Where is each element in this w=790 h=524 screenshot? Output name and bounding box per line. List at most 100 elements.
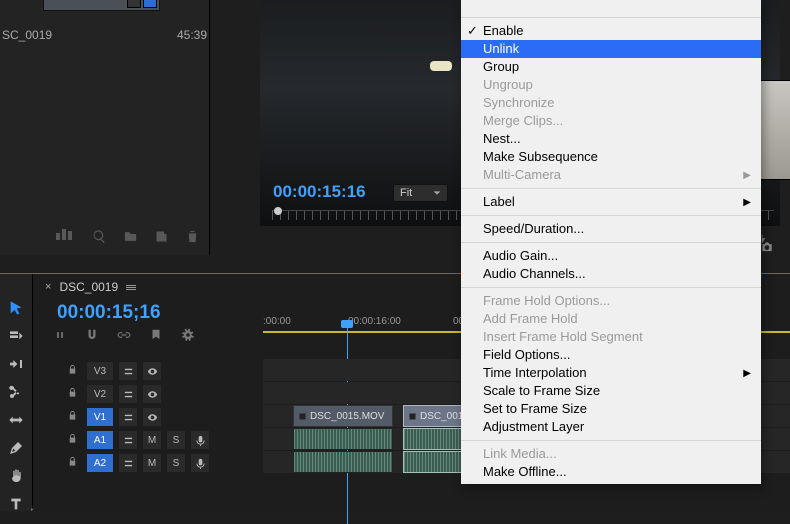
menu-item-merge-clips: Merge Clips... (461, 112, 761, 130)
nudge-icon[interactable] (53, 328, 67, 345)
track-label[interactable]: V2 (87, 385, 113, 403)
menu-item-ungroup: Ungroup (461, 76, 761, 94)
mute-button[interactable]: M (143, 454, 161, 472)
menu-item-add-frame-hold: Add Frame Hold (461, 310, 761, 328)
snap-icon[interactable] (85, 328, 99, 345)
playhead-icon[interactable] (274, 207, 282, 215)
menu-item-group[interactable]: Group (461, 58, 761, 76)
track-v1[interactable]: V1 (43, 406, 258, 428)
menu-item-field-options[interactable]: Field Options... (461, 346, 761, 364)
bin-clip-duration: 45:39 (177, 28, 207, 42)
menu-item-nest[interactable]: Nest... (461, 130, 761, 148)
menu-item-unlink[interactable]: Unlink (461, 40, 761, 58)
timeline-option-icons (53, 328, 195, 345)
menu-item-multi-camera: Multi-Camera ▶ (461, 166, 761, 184)
voiceover-icon[interactable] (191, 454, 209, 472)
track-a1[interactable]: A1 M S (43, 429, 258, 451)
toggle-visibility-icon[interactable] (143, 385, 161, 403)
menu-item-link-media: Link Media... (461, 445, 761, 463)
menu-item-enable[interactable]: ✓ Enable (461, 22, 761, 40)
lock-icon[interactable] (67, 410, 81, 424)
ruler-tick: :00:00 (263, 316, 291, 327)
toggle-output-icon[interactable] (119, 362, 137, 380)
tool-palette: ▸ (0, 274, 33, 511)
menu-item-audio-channels[interactable]: Audio Channels... (461, 265, 761, 283)
toggle-output-icon[interactable] (119, 385, 137, 403)
menu-item-cutoff (461, 3, 761, 13)
solo-button[interactable]: S (167, 431, 185, 449)
menu-item-scale-to-frame-size[interactable]: Scale to Frame Size (461, 382, 761, 400)
search-icon[interactable] (92, 229, 107, 247)
track-label[interactable]: V1 (87, 408, 113, 426)
hand-tool[interactable] (7, 468, 25, 484)
marker-icon[interactable] (149, 328, 163, 345)
toggle-visibility-icon[interactable] (143, 362, 161, 380)
lock-icon[interactable] (67, 433, 81, 447)
toggle-output-icon[interactable] (119, 408, 137, 426)
menu-item-synchronize: Synchronize (461, 94, 761, 112)
track-label[interactable]: A1 (87, 431, 113, 449)
timeline-timecode[interactable]: 00:00:15;16 (57, 302, 161, 324)
track-a2[interactable]: A2 M S (43, 452, 258, 474)
toggle-output-icon[interactable] (119, 454, 137, 472)
track-select-tool[interactable] (7, 328, 25, 344)
zoom-fit-dropdown[interactable]: Fit (393, 184, 448, 202)
submenu-arrow-icon: ▶ (743, 365, 751, 383)
video-badge-icon (143, 0, 157, 8)
track-v3[interactable]: V3 (43, 360, 258, 382)
menu-item-speed-duration[interactable]: Speed/Duration... (461, 220, 761, 238)
clip-label: DSC_0015.MOV (310, 411, 384, 422)
selection-tool[interactable]: ▸ (7, 300, 25, 316)
project-bin: SC_0019 45:39 (0, 0, 210, 255)
mute-button[interactable]: M (143, 431, 161, 449)
menu-item-frame-hold-options: Frame Hold Options... (461, 292, 761, 310)
source-timecode[interactable]: 00:00:15:16 (273, 182, 366, 202)
new-bin-icon[interactable] (123, 229, 138, 247)
ripple-edit-tool[interactable] (7, 356, 25, 372)
check-icon: ✓ (467, 22, 478, 40)
lock-icon[interactable] (67, 456, 81, 470)
slip-tool[interactable] (7, 412, 25, 428)
menu-item-label[interactable]: Label ▶ (461, 193, 761, 211)
bin-clip-thumb[interactable] (43, 0, 160, 11)
submenu-arrow-icon: ▶ (743, 194, 751, 212)
export-frame-icon[interactable] (759, 240, 775, 257)
sequence-name: DSC_0019 (59, 280, 118, 294)
menu-item-make-subsequence[interactable]: Make Subsequence (461, 148, 761, 166)
bin-footer-icons (0, 229, 210, 247)
solo-button[interactable]: S (167, 454, 185, 472)
close-tab-icon[interactable]: × (45, 281, 51, 293)
linked-selection-icon[interactable] (117, 328, 131, 345)
list-view-icon[interactable] (56, 229, 76, 247)
zoom-fit-label: Fit (400, 187, 412, 199)
razor-tool[interactable] (7, 384, 25, 400)
toggle-visibility-icon[interactable] (143, 408, 161, 426)
lock-icon[interactable] (67, 387, 81, 401)
audio-clip[interactable] (293, 451, 393, 473)
menu-item-adjustment-layer[interactable]: Adjustment Layer (461, 418, 761, 436)
panel-menu-icon[interactable] (126, 285, 136, 290)
context-menu: ✓ Enable Unlink Group Ungroup Synchroniz… (461, 0, 761, 484)
bin-clip-name[interactable]: SC_0019 (2, 28, 52, 42)
audio-badge-icon (127, 0, 141, 8)
video-content (430, 61, 452, 71)
settings-icon[interactable] (181, 328, 195, 345)
track-label[interactable]: A2 (87, 454, 113, 472)
menu-item-time-interpolation[interactable]: Time Interpolation ▶ (461, 364, 761, 382)
menu-item-set-to-frame-size[interactable]: Set to Frame Size (461, 400, 761, 418)
menu-item-make-offline[interactable]: Make Offline... (461, 463, 761, 481)
menu-item-audio-gain[interactable]: Audio Gain... (461, 247, 761, 265)
lock-icon[interactable] (67, 364, 81, 378)
track-label[interactable]: V3 (87, 362, 113, 380)
video-clip[interactable]: DSC_0015.MOV (293, 405, 393, 427)
trash-icon[interactable] (185, 229, 200, 247)
toggle-output-icon[interactable] (119, 431, 137, 449)
pen-tool[interactable] (7, 440, 25, 456)
track-v2[interactable]: V2 (43, 383, 258, 405)
sequence-tab[interactable]: × DSC_0019 (45, 280, 136, 294)
film-icon (298, 412, 307, 421)
new-item-icon[interactable] (154, 229, 169, 247)
voiceover-icon[interactable] (191, 431, 209, 449)
ruler-tick: 00:00:16:00 (348, 316, 401, 327)
menu-item-insert-frame-hold-segment: Insert Frame Hold Segment (461, 328, 761, 346)
